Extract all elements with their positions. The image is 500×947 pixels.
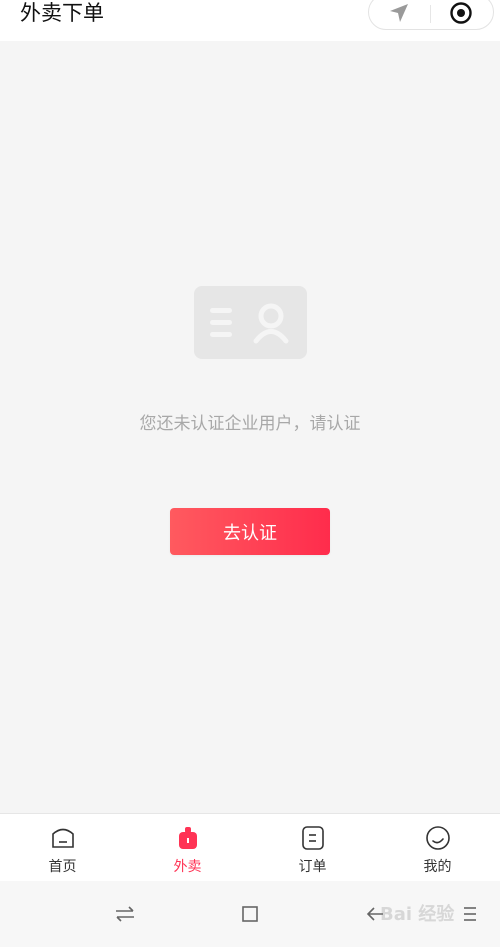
tab-orders-label: 订单 [298,859,327,875]
location-arrow-icon [390,4,408,22]
tab-home[interactable]: 首页 [0,814,125,882]
bottom-tab-bar: 首页 外卖 订单 我的 [0,813,500,881]
tab-takeout-label: 外卖 [173,859,202,875]
menu-system-button[interactable] [455,899,485,929]
square-icon [242,906,258,922]
tab-profile-label: 我的 [423,859,452,875]
tab-takeout[interactable]: 外卖 [125,814,250,882]
target-icon [450,2,472,24]
tab-orders[interactable]: 订单 [250,814,375,882]
order-icon [301,826,324,850]
miniapp-capsule [368,0,494,30]
tab-profile[interactable]: 我的 [375,814,500,882]
switch-apps-button[interactable] [110,899,140,929]
home-system-button[interactable] [235,899,265,929]
page-title: 外卖下单 [20,1,104,25]
app-header: 外卖下单 [0,0,500,41]
profile-icon [425,826,450,850]
watermark: Bai 经验 [380,904,455,925]
id-card-illustration-icon [194,286,307,359]
close-miniapp-button[interactable] [431,0,491,31]
menu-lines-icon [464,907,476,921]
verify-button[interactable]: 去认证 [170,508,330,555]
tab-home-label: 首页 [48,859,77,875]
takeout-bag-icon [178,827,197,849]
swap-arrows-icon [116,906,134,922]
location-button[interactable] [369,0,429,31]
empty-state-message: 您还未认证企业用户，请认证 [139,414,361,434]
home-icon [51,828,74,848]
